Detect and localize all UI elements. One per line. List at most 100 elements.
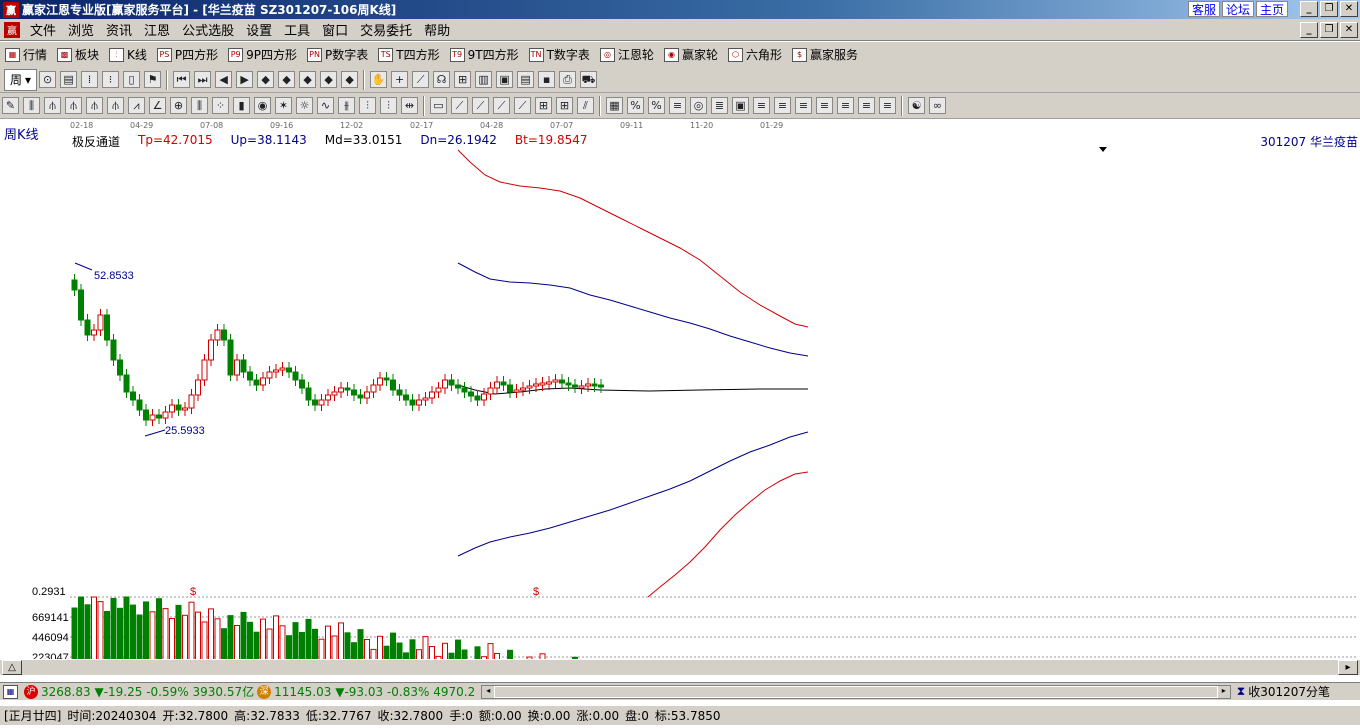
lines-icon[interactable]: ⫼: [191, 97, 208, 114]
tb-gann-wheel[interactable]: ◎ 江恩轮: [595, 44, 659, 66]
tb-p-square[interactable]: PS P四方形: [152, 44, 223, 66]
crosshair-icon[interactable]: +: [391, 71, 409, 88]
last-icon[interactable]: ⏭: [194, 71, 212, 88]
first-icon[interactable]: ⏮: [173, 71, 191, 88]
rect-icon[interactable]: ▭: [430, 97, 447, 114]
select-icon[interactable]: ⊞: [454, 71, 472, 88]
fib-6-icon[interactable]: ≡: [816, 97, 833, 114]
save-icon[interactable]: ▪: [538, 71, 556, 88]
ray-3-icon[interactable]: ⟋: [493, 97, 510, 114]
scroll-up-button[interactable]: △: [2, 660, 22, 675]
mdi-app-icon[interactable]: 赢: [4, 21, 20, 38]
link-home[interactable]: 主页: [1255, 1, 1288, 17]
tb-kline[interactable]: ⫶ K线: [104, 44, 152, 66]
scroll-right-button[interactable]: ▸: [1338, 660, 1358, 675]
calc-icon[interactable]: ▣: [496, 71, 514, 88]
doc-icon[interactable]: ▤: [60, 71, 78, 88]
angle-icon[interactable]: ∠: [149, 97, 166, 114]
menu-news[interactable]: 资讯: [100, 20, 138, 39]
menu-formula[interactable]: 公式选股: [176, 20, 240, 39]
tb-t-numbers[interactable]: TN T数字表: [524, 44, 595, 66]
bars-icon[interactable]: ⫼: [23, 97, 40, 114]
next-icon[interactable]: ▶: [236, 71, 254, 88]
fib-8-icon[interactable]: ≡: [858, 97, 875, 114]
bars-4-icon[interactable]: ⫶: [380, 97, 397, 114]
hand-icon[interactable]: ✋: [370, 71, 388, 88]
fork-2-icon[interactable]: ⫛: [65, 97, 82, 114]
table-icon[interactable]: ▦: [606, 97, 623, 114]
yin-yang-icon[interactable]: ☯: [908, 97, 925, 114]
ray-1-icon[interactable]: ⟋: [451, 97, 468, 114]
prev-icon[interactable]: ◀: [215, 71, 233, 88]
fan-icon[interactable]: ⩘: [128, 97, 145, 114]
chart-b-icon[interactable]: ⁝: [102, 71, 120, 88]
menu-trade[interactable]: 交易委托: [354, 20, 418, 39]
minimize-button[interactable]: _: [1300, 1, 1318, 17]
menu-browse[interactable]: 浏览: [62, 20, 100, 39]
scatter-icon[interactable]: ⁘: [212, 97, 229, 114]
circle-grid-icon[interactable]: ⊕: [170, 97, 187, 114]
menu-settings[interactable]: 设置: [240, 20, 278, 39]
diamond-2-icon[interactable]: ◆: [278, 71, 296, 88]
sheet-icon[interactable]: ▤: [517, 71, 535, 88]
arrows-icon[interactable]: ⇹: [401, 97, 418, 114]
infinity-icon[interactable]: ∞: [929, 97, 946, 114]
fib-4-icon[interactable]: ≡: [774, 97, 791, 114]
bars-2-icon[interactable]: ▮: [233, 97, 250, 114]
ray-2-icon[interactable]: ⟋: [472, 97, 489, 114]
restore-button[interactable]: ❐: [1320, 1, 1338, 17]
star-icon[interactable]: ✶: [275, 97, 292, 114]
scroll-thumb[interactable]: [494, 685, 1218, 698]
cross-bars-icon[interactable]: ⫵: [338, 97, 355, 114]
tb-9t-square[interactable]: T9 9T四方形: [445, 44, 524, 66]
line-tool-icon[interactable]: ⟋: [412, 71, 430, 88]
tb-hexagon[interactable]: ⬡ 六角形: [723, 44, 787, 66]
fib-1-icon[interactable]: ≡: [669, 97, 686, 114]
price-chart[interactable]: 52.8533 25.5933 0.2931 669141 446094 223…: [0, 119, 1360, 659]
menu-gann[interactable]: 江恩: [138, 20, 176, 39]
tb-winner-wheel[interactable]: ◉ 赢家轮: [659, 44, 723, 66]
tb-9p-square[interactable]: P9 9P四方形: [223, 44, 302, 66]
menu-window[interactable]: 窗口: [316, 20, 354, 39]
flag-icon[interactable]: ⚑: [144, 71, 162, 88]
circle-2-icon[interactable]: ◎: [690, 97, 707, 114]
menu-file[interactable]: 文件: [24, 20, 62, 39]
fib-7-icon[interactable]: ≡: [837, 97, 854, 114]
fork-4-icon[interactable]: ⫛: [107, 97, 124, 114]
parallel-icon[interactable]: ⫽: [577, 97, 594, 114]
link-customer-service[interactable]: 客服: [1187, 1, 1220, 17]
status-scrollbar[interactable]: ◂ ▸: [481, 684, 1231, 699]
percent-icon[interactable]: %: [648, 97, 665, 114]
diamond-5-icon[interactable]: ◆: [341, 71, 359, 88]
bars-3-icon[interactable]: ⫶: [359, 97, 376, 114]
circle-1-icon[interactable]: ◉: [254, 97, 271, 114]
calendar-icon[interactable]: ▥: [475, 71, 493, 88]
box-icon[interactable]: ▣: [732, 97, 749, 114]
candle-type-icon[interactable]: ▯: [123, 71, 141, 88]
scroll-right-icon[interactable]: ▸: [1217, 685, 1230, 698]
period-select[interactable]: 周 ▾: [4, 68, 38, 91]
ticks-label[interactable]: 收301207分笔: [1248, 683, 1330, 700]
sun-icon[interactable]: ☼: [296, 97, 313, 114]
fork-3-icon[interactable]: ⫛: [86, 97, 103, 114]
wave-icon[interactable]: ∿: [317, 97, 334, 114]
mdi-minimize-button[interactable]: _: [1300, 22, 1318, 38]
print-icon[interactable]: ⎙: [559, 71, 577, 88]
pen-icon[interactable]: ✎: [2, 97, 19, 114]
diamond-1-icon[interactable]: ◆: [257, 71, 275, 88]
tb-winner-service[interactable]: $ 赢家服务: [787, 44, 863, 66]
menu-help[interactable]: 帮助: [418, 20, 456, 39]
tb-p-numbers[interactable]: PN P数字表: [302, 44, 373, 66]
tb-sectors[interactable]: ▩ 板块: [52, 44, 104, 66]
ray-4-icon[interactable]: ⟋: [514, 97, 531, 114]
scroll-left-icon[interactable]: ◂: [482, 685, 495, 698]
fork-1-icon[interactable]: ⫛: [44, 97, 61, 114]
chart-a-icon[interactable]: ⁞: [81, 71, 99, 88]
diamond-4-icon[interactable]: ◆: [320, 71, 338, 88]
truck-icon[interactable]: ⛟: [580, 71, 598, 88]
percent-tool-icon[interactable]: %: [627, 97, 644, 114]
mdi-restore-button[interactable]: ❐: [1320, 22, 1338, 38]
link-forum[interactable]: 论坛: [1221, 1, 1254, 17]
tb-t-square[interactable]: TS T四方形: [373, 44, 444, 66]
tb-quotes[interactable]: ▦ 行情: [0, 44, 52, 66]
